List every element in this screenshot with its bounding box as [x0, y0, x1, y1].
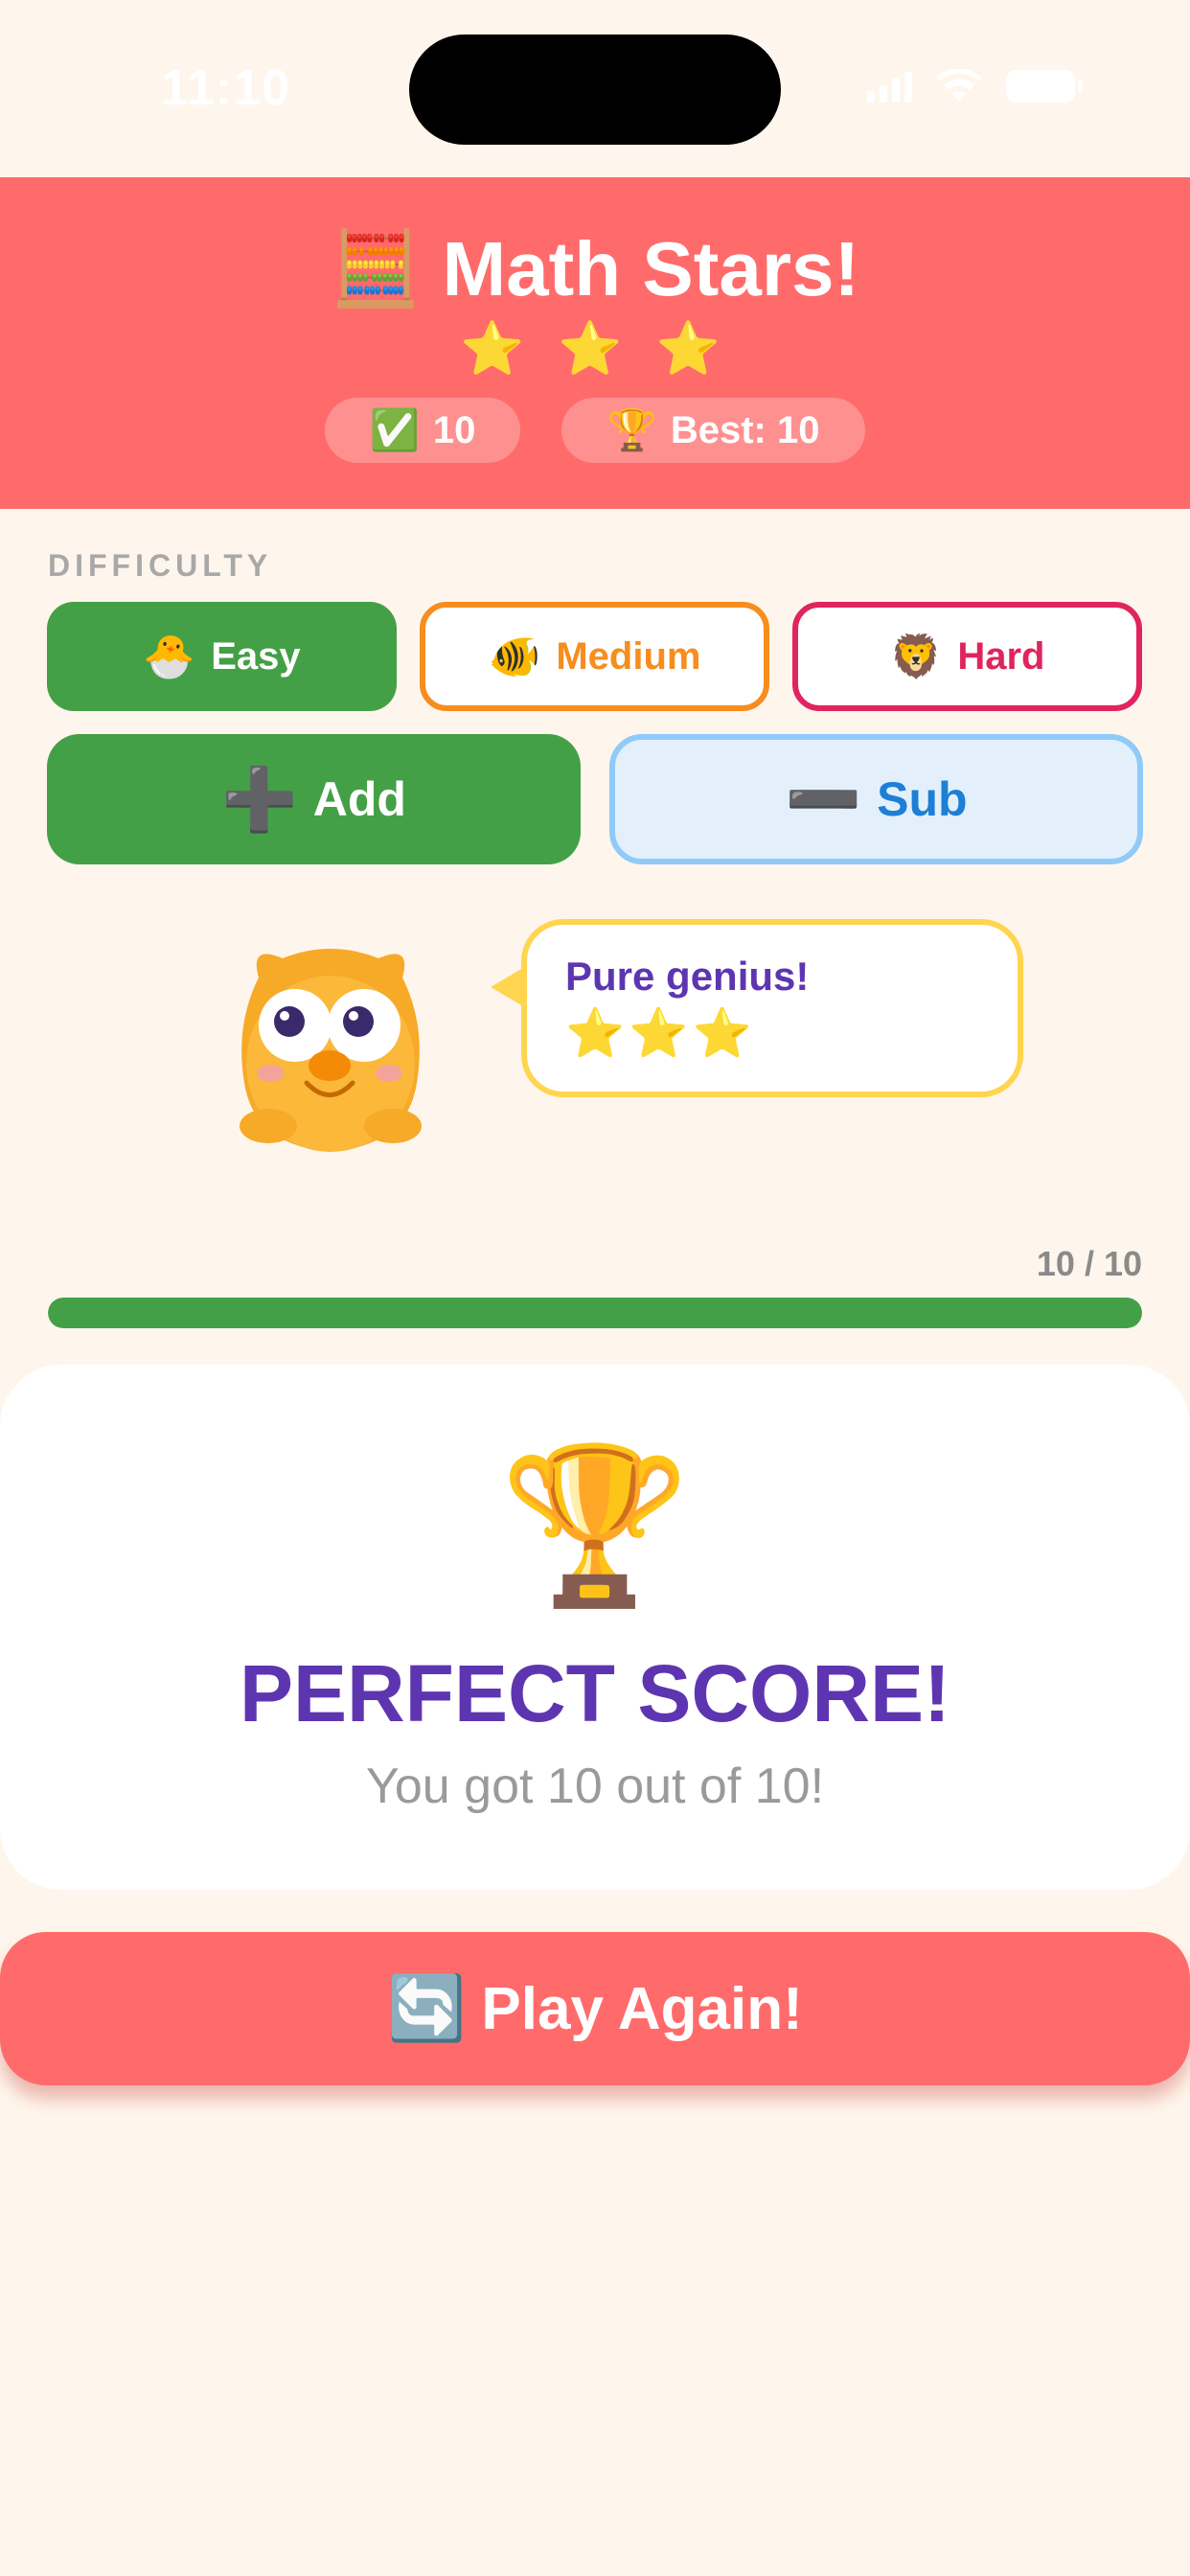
easy-label: Easy — [211, 634, 301, 678]
best-score: Best: 10 — [670, 408, 820, 451]
progress-count: 10 / 10 — [1036, 1244, 1142, 1283]
status-icons — [867, 68, 1083, 104]
trophy-small-icon: 🏆 — [606, 406, 657, 452]
fish-icon: 🐠 — [488, 633, 541, 680]
checkmark-icon: ✅ — [369, 406, 420, 452]
easy-button[interactable]: 🐣 Easy — [47, 602, 397, 711]
chick-icon: 🐣 — [143, 633, 196, 680]
play-again-label: Play Again! — [481, 1975, 803, 2042]
progress-fill — [48, 1298, 1142, 1328]
trophy-icon: 🏆 — [499, 1439, 691, 1611]
add-button[interactable]: ➕ Add — [47, 734, 581, 864]
refresh-icon: 🔄 — [387, 1972, 467, 2043]
play-again-button[interactable]: 🔄 Play Again! — [0, 1932, 1190, 2085]
signal-icon — [867, 70, 912, 103]
subtract-button[interactable]: ➖ Sub — [609, 734, 1143, 864]
battery-icon — [1006, 70, 1083, 103]
dynamic-island — [409, 34, 781, 145]
difficulty-label: DIFFICULTY — [48, 548, 273, 583]
lion-icon: 🦁 — [889, 633, 943, 680]
best-score-badge: 🏆 Best: 10 — [561, 398, 865, 463]
header: 🧮 Math Stars! ⭐ ⭐ ⭐ ✅ 10 🏆 Best: 10 — [0, 177, 1190, 509]
status-bar: 11:10 — [0, 0, 1190, 177]
header-stars: ⭐ ⭐ ⭐ — [460, 320, 730, 378]
medium-button[interactable]: 🐠 Medium — [420, 602, 769, 711]
result-card: 🏆 PERFECT SCORE! You got 10 out of 10! — [0, 1365, 1190, 1890]
hard-button[interactable]: 🦁 Hard — [792, 602, 1142, 711]
speech-bubble-tail — [491, 968, 523, 1006]
wifi-icon — [935, 68, 983, 104]
correct-count: 10 — [432, 408, 476, 451]
progress-bar — [48, 1298, 1142, 1328]
status-time: 11:10 — [161, 60, 291, 116]
sub-label: Sub — [877, 772, 968, 826]
add-label: Add — [312, 772, 406, 826]
speech-text: Pure genius! — [565, 954, 810, 999]
result-title: PERFECT SCORE! — [239, 1648, 951, 1738]
speech-stars: ⭐⭐⭐ — [565, 1006, 756, 1060]
result-subtitle: You got 10 out of 10! — [365, 1759, 825, 1814]
plus-icon: ➕ — [221, 764, 298, 834]
correct-count-badge: ✅ 10 — [325, 398, 520, 463]
title-row: 🧮 Math Stars! — [0, 225, 1190, 313]
hard-label: Hard — [957, 634, 1045, 678]
medium-label: Medium — [556, 634, 701, 678]
owl-mascot-icon — [230, 939, 431, 1160]
speech-bubble: Pure genius! ⭐⭐⭐ — [521, 919, 1023, 1097]
minus-icon: ➖ — [785, 764, 862, 834]
abacus-icon: 🧮 — [330, 228, 422, 310]
app-title: Math Stars! — [442, 226, 860, 311]
